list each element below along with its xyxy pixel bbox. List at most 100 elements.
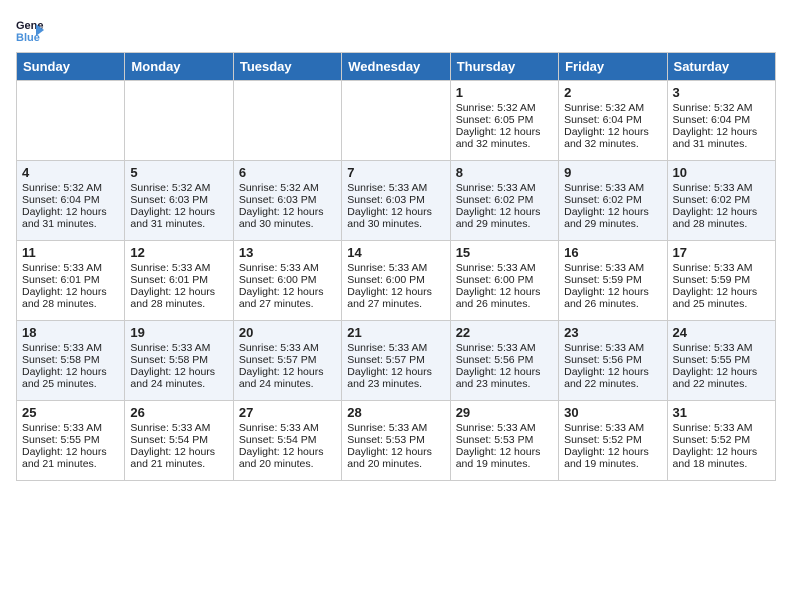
day-info: Sunrise: 5:32 AM (673, 102, 770, 114)
day-info: Sunset: 5:55 PM (673, 354, 770, 366)
day-info: and 22 minutes. (673, 378, 770, 390)
day-info: Sunrise: 5:32 AM (239, 182, 336, 194)
day-info: and 21 minutes. (22, 458, 119, 470)
day-info: Sunset: 6:04 PM (673, 114, 770, 126)
day-info: Daylight: 12 hours (347, 286, 444, 298)
day-info: Sunset: 6:00 PM (456, 274, 553, 286)
day-info: Sunset: 6:02 PM (456, 194, 553, 206)
day-cell: 1Sunrise: 5:32 AMSunset: 6:05 PMDaylight… (450, 81, 558, 161)
day-info: Sunset: 5:53 PM (347, 434, 444, 446)
day-cell: 11Sunrise: 5:33 AMSunset: 6:01 PMDayligh… (17, 241, 125, 321)
day-cell: 8Sunrise: 5:33 AMSunset: 6:02 PMDaylight… (450, 161, 558, 241)
day-info: Sunrise: 5:33 AM (564, 422, 661, 434)
day-info: and 32 minutes. (456, 138, 553, 150)
day-info: and 21 minutes. (130, 458, 227, 470)
day-number: 25 (22, 405, 119, 420)
logo: General Blue (16, 16, 44, 44)
day-info: Sunrise: 5:33 AM (564, 262, 661, 274)
day-info: Sunrise: 5:33 AM (456, 422, 553, 434)
day-info: Sunrise: 5:33 AM (456, 182, 553, 194)
day-info: Daylight: 12 hours (130, 286, 227, 298)
day-info: and 20 minutes. (347, 458, 444, 470)
day-info: Sunset: 6:03 PM (239, 194, 336, 206)
day-info: Sunrise: 5:33 AM (673, 182, 770, 194)
day-info: and 28 minutes. (673, 218, 770, 230)
col-header-friday: Friday (559, 53, 667, 81)
day-cell: 12Sunrise: 5:33 AMSunset: 6:01 PMDayligh… (125, 241, 233, 321)
day-info: and 19 minutes. (564, 458, 661, 470)
day-info: Sunset: 6:00 PM (347, 274, 444, 286)
week-row-3: 11Sunrise: 5:33 AMSunset: 6:01 PMDayligh… (17, 241, 776, 321)
day-info: and 22 minutes. (564, 378, 661, 390)
day-cell: 21Sunrise: 5:33 AMSunset: 5:57 PMDayligh… (342, 321, 450, 401)
day-info: Sunset: 5:57 PM (239, 354, 336, 366)
day-cell: 23Sunrise: 5:33 AMSunset: 5:56 PMDayligh… (559, 321, 667, 401)
day-info: Sunrise: 5:33 AM (239, 422, 336, 434)
day-cell: 17Sunrise: 5:33 AMSunset: 5:59 PMDayligh… (667, 241, 775, 321)
day-cell (17, 81, 125, 161)
day-cell: 18Sunrise: 5:33 AMSunset: 5:58 PMDayligh… (17, 321, 125, 401)
day-info: Sunrise: 5:33 AM (130, 422, 227, 434)
day-cell (233, 81, 341, 161)
day-info: and 26 minutes. (564, 298, 661, 310)
day-info: Daylight: 12 hours (564, 366, 661, 378)
day-number: 14 (347, 245, 444, 260)
day-info: Sunset: 6:03 PM (130, 194, 227, 206)
day-number: 11 (22, 245, 119, 260)
day-cell (125, 81, 233, 161)
day-number: 8 (456, 165, 553, 180)
day-info: Daylight: 12 hours (564, 286, 661, 298)
day-info: Sunset: 5:58 PM (130, 354, 227, 366)
day-cell: 10Sunrise: 5:33 AMSunset: 6:02 PMDayligh… (667, 161, 775, 241)
day-info: Daylight: 12 hours (564, 126, 661, 138)
day-info: Sunrise: 5:33 AM (22, 422, 119, 434)
day-info: Sunrise: 5:33 AM (239, 262, 336, 274)
day-info: and 27 minutes. (239, 298, 336, 310)
day-info: Daylight: 12 hours (456, 286, 553, 298)
day-info: Sunset: 6:00 PM (239, 274, 336, 286)
day-info: Daylight: 12 hours (564, 446, 661, 458)
day-number: 19 (130, 325, 227, 340)
day-info: Sunset: 6:01 PM (22, 274, 119, 286)
day-number: 30 (564, 405, 661, 420)
col-header-tuesday: Tuesday (233, 53, 341, 81)
day-info: and 25 minutes. (22, 378, 119, 390)
day-info: Daylight: 12 hours (456, 366, 553, 378)
day-number: 21 (347, 325, 444, 340)
day-cell: 13Sunrise: 5:33 AMSunset: 6:00 PMDayligh… (233, 241, 341, 321)
day-info: Daylight: 12 hours (239, 446, 336, 458)
day-number: 31 (673, 405, 770, 420)
day-info: Sunrise: 5:33 AM (564, 182, 661, 194)
day-number: 28 (347, 405, 444, 420)
day-info: and 23 minutes. (456, 378, 553, 390)
day-info: and 31 minutes. (130, 218, 227, 230)
day-info: Sunrise: 5:33 AM (673, 422, 770, 434)
day-info: and 31 minutes. (673, 138, 770, 150)
day-info: Sunset: 5:54 PM (239, 434, 336, 446)
day-cell: 20Sunrise: 5:33 AMSunset: 5:57 PMDayligh… (233, 321, 341, 401)
day-info: Daylight: 12 hours (347, 206, 444, 218)
day-cell: 22Sunrise: 5:33 AMSunset: 5:56 PMDayligh… (450, 321, 558, 401)
day-cell: 9Sunrise: 5:33 AMSunset: 6:02 PMDaylight… (559, 161, 667, 241)
day-info: Sunset: 5:52 PM (564, 434, 661, 446)
col-header-wednesday: Wednesday (342, 53, 450, 81)
day-info: Daylight: 12 hours (673, 366, 770, 378)
col-header-monday: Monday (125, 53, 233, 81)
day-number: 27 (239, 405, 336, 420)
day-info: Sunrise: 5:33 AM (347, 342, 444, 354)
day-info: Sunrise: 5:33 AM (673, 342, 770, 354)
day-info: Sunset: 5:54 PM (130, 434, 227, 446)
day-number: 5 (130, 165, 227, 180)
day-info: and 30 minutes. (347, 218, 444, 230)
day-info: Daylight: 12 hours (673, 446, 770, 458)
day-number: 18 (22, 325, 119, 340)
day-info: Sunrise: 5:32 AM (564, 102, 661, 114)
day-info: Sunrise: 5:32 AM (456, 102, 553, 114)
day-info: and 28 minutes. (130, 298, 227, 310)
day-number: 24 (673, 325, 770, 340)
day-cell: 26Sunrise: 5:33 AMSunset: 5:54 PMDayligh… (125, 401, 233, 481)
day-info: Daylight: 12 hours (22, 286, 119, 298)
day-info: Sunrise: 5:33 AM (456, 262, 553, 274)
day-info: Sunset: 6:04 PM (564, 114, 661, 126)
week-row-1: 1Sunrise: 5:32 AMSunset: 6:05 PMDaylight… (17, 81, 776, 161)
